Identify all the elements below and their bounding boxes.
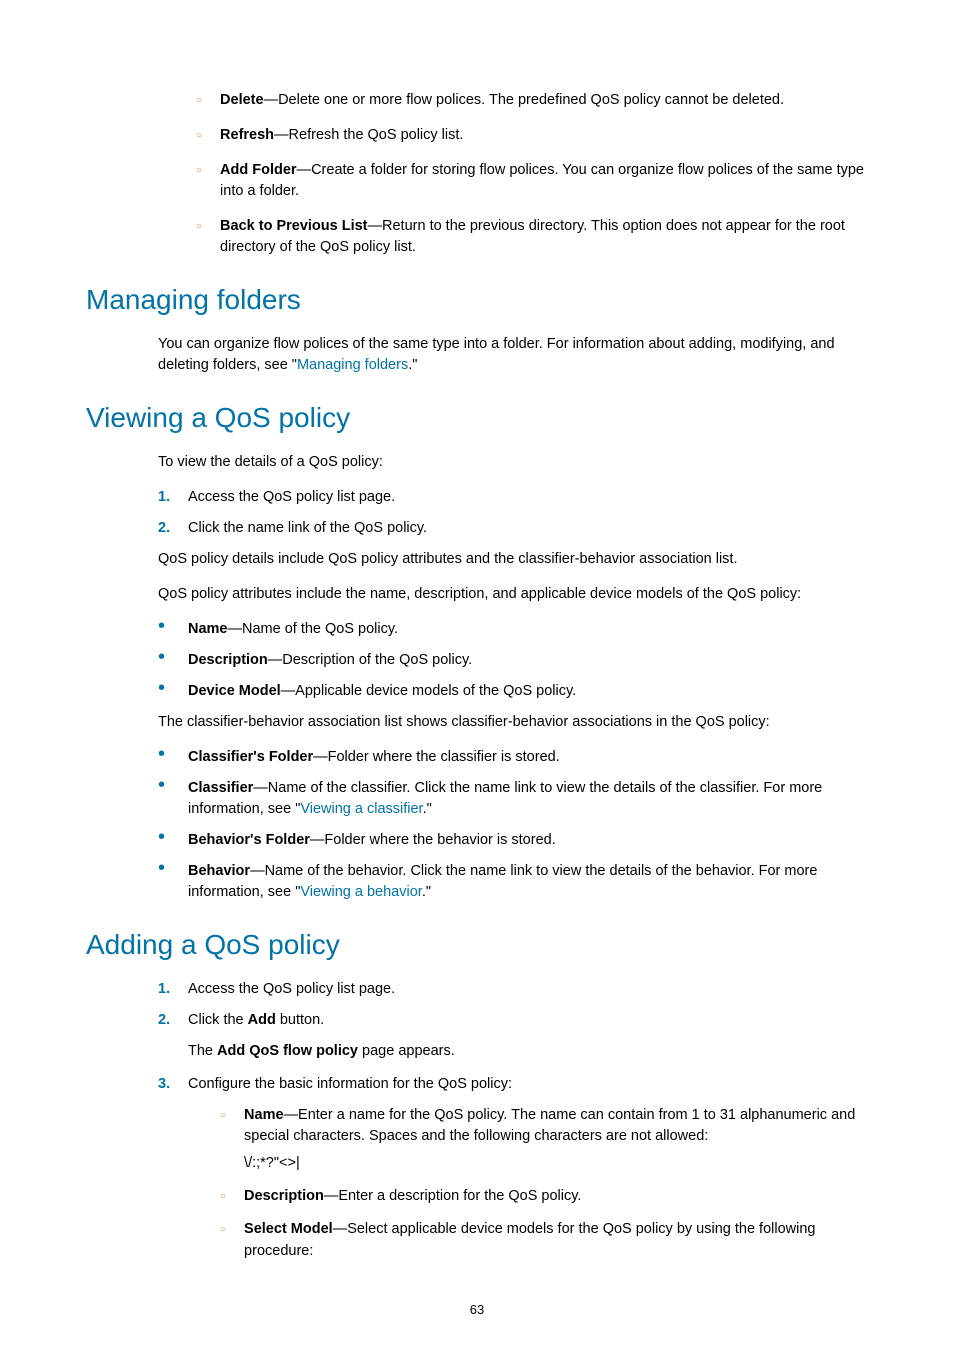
nested-sub-list: ○ Name—Enter a name for the QoS policy. … — [220, 1105, 868, 1261]
heading-viewing-qos-policy: Viewing a QoS policy — [86, 402, 868, 434]
list-item: 1. Access the QoS policy list page. — [158, 487, 868, 508]
link-viewing-classifier[interactable]: Viewing a classifier — [300, 801, 422, 817]
item-text: Behavior's Folder—Folder where the behav… — [188, 830, 556, 851]
item-text: Name—Name of the QoS policy. — [188, 619, 398, 640]
item-text: Name—Enter a name for the QoS policy. Th… — [244, 1105, 868, 1174]
list-item: • Name—Name of the QoS policy. — [158, 619, 868, 640]
top-option-list: ○ Delete—Delete one or more flow polices… — [196, 90, 868, 258]
dot-bullet-icon: • — [158, 650, 188, 671]
list-item: 2. Click the Add button. — [158, 1010, 868, 1031]
circle-bullet-icon: ○ — [220, 1190, 226, 1207]
list-item: • Classifier—Name of the classifier. Cli… — [158, 778, 868, 820]
heading-managing-folders: Managing folders — [86, 284, 868, 316]
list-item: 1. Access the QoS policy list page. — [158, 979, 868, 1000]
page-number: 63 — [86, 1302, 868, 1317]
step-number: 3. — [158, 1074, 188, 1095]
step-number: 2. — [158, 1010, 188, 1031]
circle-bullet-icon: ○ — [196, 94, 202, 111]
ordered-list: 1. Access the QoS policy list page. 2. C… — [158, 979, 868, 1031]
list-item: ○ Description—Enter a description for th… — [220, 1186, 868, 1207]
dot-bullet-icon: • — [158, 681, 188, 702]
dot-bullet-icon: • — [158, 861, 188, 903]
item-text: Refresh—Refresh the QoS policy list. — [220, 125, 463, 146]
step-number: 2. — [158, 518, 188, 539]
step-body: The Add QoS flow policy page appears. — [188, 1041, 868, 1062]
step-number: 1. — [158, 979, 188, 1000]
link-viewing-behavior[interactable]: Viewing a behavior — [300, 884, 421, 900]
item-text: Description—Enter a description for the … — [244, 1186, 581, 1207]
list-item: 2. Click the name link of the QoS policy… — [158, 518, 868, 539]
list-item: • Description—Description of the QoS pol… — [158, 650, 868, 671]
paragraph: QoS policy attributes include the name, … — [158, 584, 868, 605]
step-number: 1. — [158, 487, 188, 508]
paragraph: QoS policy details include QoS policy at… — [158, 549, 868, 570]
paragraph: To view the details of a QoS policy: — [158, 452, 868, 473]
circle-bullet-icon: ○ — [196, 220, 202, 258]
list-item: • Device Model—Applicable device models … — [158, 681, 868, 702]
dot-bullet-icon: • — [158, 830, 188, 851]
dot-bullet-icon: • — [158, 778, 188, 820]
circle-bullet-icon: ○ — [196, 164, 202, 202]
dot-bullet-icon: • — [158, 747, 188, 768]
list-item: ○ Refresh—Refresh the QoS policy list. — [196, 125, 868, 146]
paragraph: You can organize flow polices of the sam… — [158, 334, 868, 376]
list-item: • Behavior's Folder—Folder where the beh… — [158, 830, 868, 851]
item-text: Select Model—Select applicable device mo… — [244, 1219, 868, 1261]
bullet-list: • Name—Name of the QoS policy. • Descrip… — [158, 619, 868, 702]
heading-adding-qos-policy: Adding a QoS policy — [86, 929, 868, 961]
list-item: • Behavior—Name of the behavior. Click t… — [158, 861, 868, 903]
dot-bullet-icon: • — [158, 619, 188, 640]
list-item: ○ Name—Enter a name for the QoS policy. … — [220, 1105, 868, 1174]
bullet-list: • Classifier's Folder—Folder where the c… — [158, 747, 868, 903]
circle-bullet-icon: ○ — [220, 1109, 226, 1174]
circle-bullet-icon: ○ — [196, 129, 202, 146]
list-item: ○ Select Model—Select applicable device … — [220, 1219, 868, 1261]
item-text: Add Folder—Create a folder for storing f… — [220, 160, 868, 202]
ordered-list: 3. Configure the basic information for t… — [158, 1074, 868, 1095]
link-managing-folders[interactable]: Managing folders — [297, 357, 408, 373]
list-item: ○ Back to Previous List—Return to the pr… — [196, 216, 868, 258]
list-item: ○ Delete—Delete one or more flow polices… — [196, 90, 868, 111]
item-text: Back to Previous List—Return to the prev… — [220, 216, 868, 258]
item-text: Behavior—Name of the behavior. Click the… — [188, 861, 868, 903]
list-item: 3. Configure the basic information for t… — [158, 1074, 868, 1095]
item-text: Classifier's Folder—Folder where the cla… — [188, 747, 560, 768]
circle-bullet-icon: ○ — [220, 1223, 226, 1261]
item-text: Device Model—Applicable device models of… — [188, 681, 576, 702]
document-page: ○ Delete—Delete one or more flow polices… — [0, 0, 954, 1357]
ordered-list: 1. Access the QoS policy list page. 2. C… — [158, 487, 868, 539]
paragraph: The classifier-behavior association list… — [158, 712, 868, 733]
item-text: Classifier—Name of the classifier. Click… — [188, 778, 868, 820]
list-item: ○ Add Folder—Create a folder for storing… — [196, 160, 868, 202]
list-item: • Classifier's Folder—Folder where the c… — [158, 747, 868, 768]
item-text: Click the Add button. — [188, 1010, 324, 1031]
item-text: Description—Description of the QoS polic… — [188, 650, 472, 671]
item-text: Delete—Delete one or more flow polices. … — [220, 90, 784, 111]
